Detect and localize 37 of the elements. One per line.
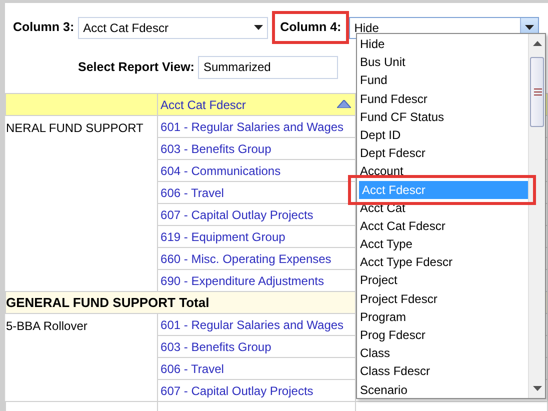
dropdown-option[interactable]: Fund Fdescr [357, 90, 528, 108]
table-cell: 5-BBA Rollover [6, 314, 158, 402]
scroll-down-icon[interactable] [533, 386, 542, 391]
dropdown-option[interactable]: Acct Cat Fdescr [357, 216, 528, 236]
column-header[interactable]: Acct Cat Fdescr [157, 94, 356, 116]
table-link[interactable]: 660 - Misc. Operating Expenses [157, 248, 356, 270]
table-link[interactable]: 604 - Communications [157, 160, 356, 182]
dropdown-option[interactable]: Program [357, 308, 528, 326]
dropdown-option[interactable]: Prog Fdescr [357, 326, 528, 344]
table-link[interactable]: 603 - Benefits Group [157, 138, 356, 160]
caret-icon [254, 25, 264, 30]
table-link[interactable]: 603 - Benefits Group [157, 336, 356, 358]
column-label: Column 3: [13, 19, 74, 36]
dropdown-option[interactable]: Class [357, 344, 528, 362]
scroll-up-icon[interactable] [533, 41, 542, 46]
dropdown-option[interactable]: Fund [357, 71, 528, 90]
table-link[interactable]: 601 - Regular Salaries and Wages [157, 116, 356, 138]
table-link[interactable]: 606 - Travel [157, 358, 356, 380]
total-label: GENERAL FUND SUPPORT Total [6, 292, 356, 314]
sort-ascending-icon [337, 100, 352, 108]
dropdown-field[interactable]: Acct Cat Fdescr [78, 16, 268, 38]
report-view-label: Select Report View: [78, 58, 194, 76]
table-link[interactable]: 606 - Travel [157, 182, 356, 204]
dropdown-option[interactable]: Dept Fdescr [357, 144, 528, 162]
report-view-field[interactable]: Summarized [198, 56, 338, 78]
dropdown-option[interactable]: Bus Unit [357, 53, 528, 72]
column-label: Column 4: [272, 11, 350, 44]
caret-icon [525, 25, 534, 30]
dropdown-option[interactable]: Dept ID [357, 126, 528, 144]
table-link[interactable]: 607 - Capital Outlay Projects [157, 204, 356, 226]
table-link[interactable]: 601 - Regular Salaries and Wages [157, 314, 356, 336]
dropdown-option[interactable]: Acct Type [357, 235, 528, 254]
scroll-thumb[interactable] [530, 57, 544, 127]
table-link[interactable]: 607 - Capital Outlay Projects [157, 380, 356, 402]
dropdown-option[interactable]: Fund CF Status [357, 108, 528, 126]
scrollbar[interactable] [528, 34, 545, 398]
table-link[interactable]: 619 - Equipment Group [157, 226, 356, 248]
